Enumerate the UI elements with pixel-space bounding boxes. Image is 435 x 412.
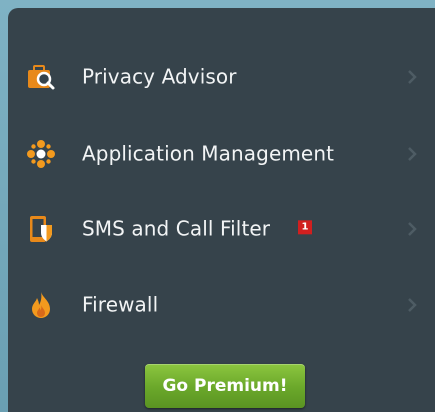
notification-badge: 1 bbox=[298, 220, 312, 235]
menu-item-firewall[interactable]: Firewall bbox=[8, 274, 435, 336]
menu-item-label: SMS and Call Filter bbox=[82, 216, 271, 241]
privacy-advisor-icon bbox=[26, 62, 56, 92]
chevron-right-icon bbox=[407, 146, 417, 162]
menu-panel: Privacy Advisor Application Management S… bbox=[8, 8, 435, 412]
sms-call-filter-icon bbox=[26, 214, 56, 244]
go-premium-button[interactable]: Go Premium! bbox=[145, 364, 305, 408]
menu-item-privacy-advisor[interactable]: Privacy Advisor bbox=[8, 46, 435, 108]
partial-item-icon bbox=[26, 8, 56, 10]
menu-item-label: Firewall bbox=[82, 292, 159, 317]
application-management-icon bbox=[26, 139, 56, 169]
firewall-icon bbox=[26, 290, 56, 320]
screen: Privacy Advisor Application Management S… bbox=[0, 0, 435, 412]
menu-item-label: Privacy Advisor bbox=[82, 64, 237, 89]
menu-item-sms-call-filter[interactable]: SMS and Call Filter 1 bbox=[8, 198, 435, 260]
menu-item-label: Application Management bbox=[82, 141, 335, 166]
chevron-right-icon bbox=[407, 221, 417, 237]
chevron-right-icon bbox=[407, 297, 417, 313]
chevron-right-icon bbox=[407, 69, 417, 85]
menu-item-partial[interactable] bbox=[8, 8, 435, 26]
menu-item-application-management[interactable]: Application Management bbox=[8, 123, 435, 185]
